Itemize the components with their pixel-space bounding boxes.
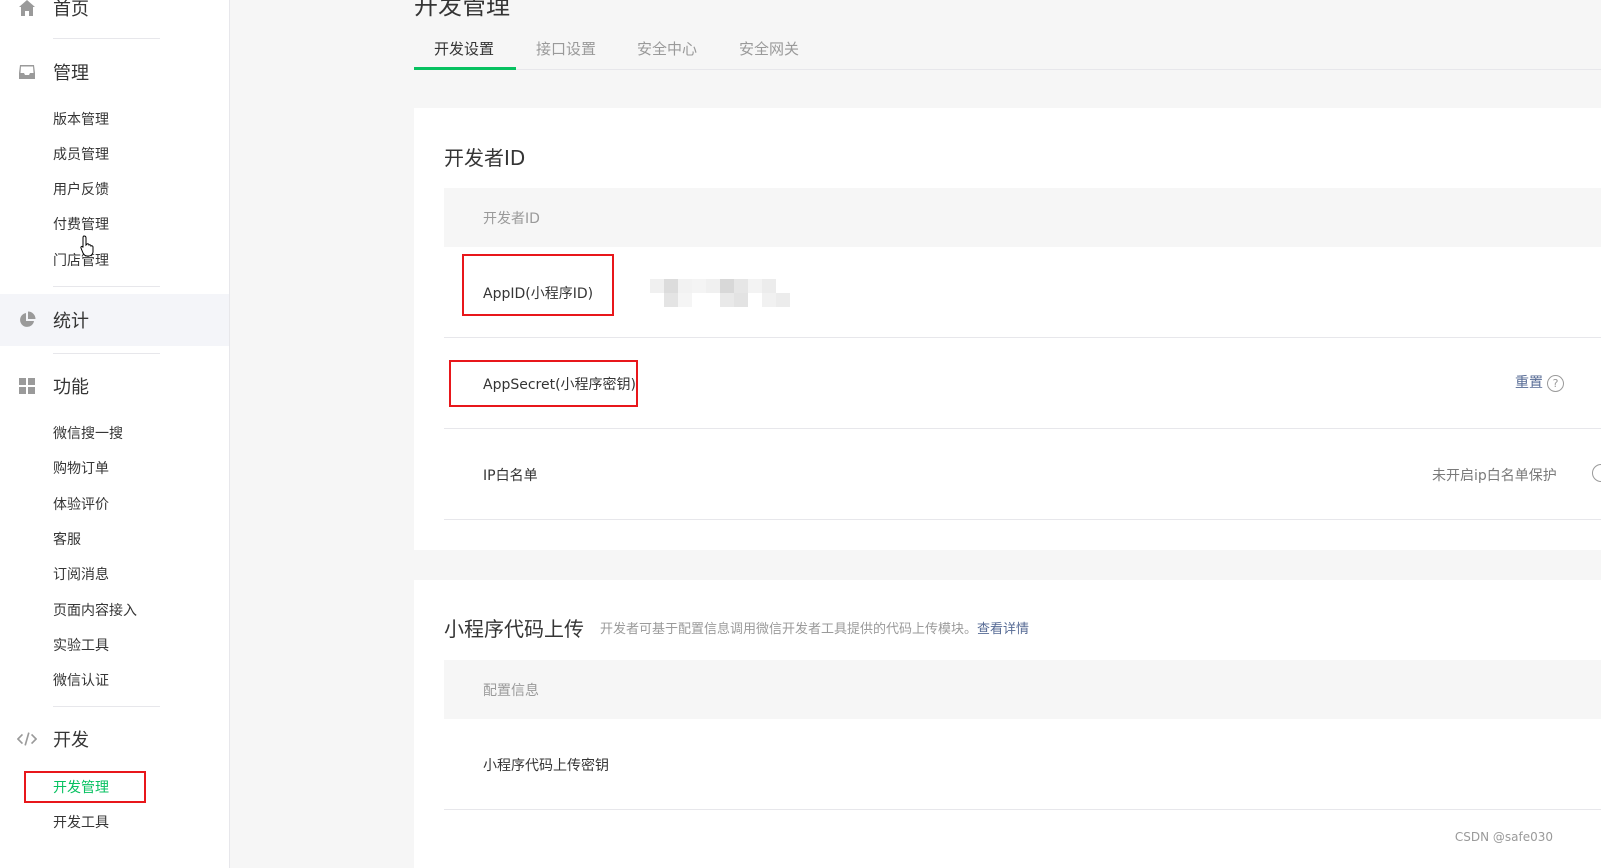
code-upload-title: 小程序代码上传 (444, 617, 584, 641)
sidebar-item-search[interactable]: 微信搜一搜 (53, 424, 123, 444)
ip-whitelist-row: IP白名单 未开启ip白名单保护 (444, 429, 1601, 520)
nav-features[interactable]: 功能 (0, 360, 229, 412)
code-icon (17, 729, 37, 749)
sidebar-item-version[interactable]: 版本管理 (53, 110, 109, 130)
code-upload-desc: 开发者可基于配置信息调用微信开发者工具提供的代码上传模块。查看详情 (600, 618, 1029, 637)
sidebar-item-subscribe[interactable]: 订阅消息 (53, 565, 109, 585)
sidebar-item-dev-manage[interactable]: 开发管理 (53, 778, 109, 798)
toggle-icon[interactable] (1592, 464, 1601, 482)
sidebar-item-service[interactable]: 客服 (53, 530, 81, 550)
page-title: 开发管理 (414, 0, 510, 20)
grid-icon (17, 376, 37, 396)
reset-link[interactable]: 重置 (1515, 375, 1543, 391)
sidebar-item-content[interactable]: 页面内容接入 (53, 601, 137, 621)
table-header: 开发者ID (444, 188, 1601, 247)
pie-chart-icon (17, 310, 37, 330)
hand-cursor-icon (80, 235, 96, 261)
appid-value-redacted (650, 279, 790, 307)
divider (53, 38, 160, 39)
tab-dev-settings[interactable]: 开发设置 (434, 38, 494, 59)
sidebar: 首页 管理 版本管理 成员管理 用户反馈 付费管理 门店管理 统计 功能 微信搜… (0, 0, 230, 868)
nav-home-label: 首页 (53, 0, 89, 20)
sidebar-item-orders[interactable]: 购物订单 (53, 459, 109, 479)
table-header-label: 开发者ID (483, 211, 540, 227)
nav-features-label: 功能 (53, 377, 89, 398)
view-details-link[interactable]: 查看详情 (977, 622, 1029, 637)
tab-security-center[interactable]: 安全中心 (637, 38, 697, 59)
inbox-icon (17, 62, 37, 82)
tab-security-gateway[interactable]: 安全网关 (739, 38, 799, 59)
ip-whitelist-label: IP白名单 (483, 468, 538, 484)
sidebar-item-members[interactable]: 成员管理 (53, 145, 109, 165)
config-table-header: 配置信息 (444, 660, 1601, 719)
home-icon (17, 0, 37, 18)
tab-bar: 开发设置 接口设置 安全中心 安全网关 (414, 30, 1601, 70)
appid-label: AppID(小程序ID) (483, 286, 594, 302)
divider (53, 706, 160, 707)
sidebar-item-reviews[interactable]: 体验评价 (53, 495, 109, 515)
upload-key-label: 小程序代码上传密钥 (483, 758, 609, 774)
nav-manage-label: 管理 (53, 63, 89, 84)
sidebar-item-verify[interactable]: 微信认证 (53, 671, 109, 691)
sidebar-item-feedback[interactable]: 用户反馈 (53, 180, 109, 200)
code-upload-desc-text: 开发者可基于配置信息调用微信开发者工具提供的代码上传模块。 (600, 622, 978, 637)
nav-stats[interactable]: 统计 (0, 294, 229, 346)
nav-stats-label: 统计 (53, 311, 89, 332)
appsecret-label: AppSecret(小程序密钥) (483, 377, 637, 393)
developer-id-title: 开发者ID (444, 146, 526, 170)
nav-dev[interactable]: 开发 (0, 713, 229, 765)
nav-home[interactable]: 首页 (0, 0, 229, 34)
sidebar-item-payment[interactable]: 付费管理 (53, 215, 109, 235)
appsecret-actions: 重置? (1515, 372, 1564, 392)
tab-api-settings[interactable]: 接口设置 (536, 38, 596, 59)
nav-manage[interactable]: 管理 (0, 46, 229, 98)
sidebar-item-experiment[interactable]: 实验工具 (53, 636, 109, 656)
appid-row: AppID(小程序ID) (444, 247, 1601, 338)
divider (53, 353, 160, 354)
sidebar-item-dev-tools[interactable]: 开发工具 (53, 813, 109, 833)
help-icon[interactable]: ? (1547, 374, 1564, 392)
developer-id-card: 开发者ID 开发者ID AppID(小程序ID) AppSecret(小程序密钥… (414, 108, 1601, 550)
code-upload-card: 小程序代码上传 开发者可基于配置信息调用微信开发者工具提供的代码上传模块。查看详… (414, 580, 1601, 868)
watermark: CSDN @safe030 (1454, 830, 1553, 844)
config-header-label: 配置信息 (483, 683, 539, 699)
ip-whitelist-status: 未开启ip白名单保护 (1432, 468, 1557, 484)
nav-dev-label: 开发 (53, 730, 89, 751)
upload-key-row: 小程序代码上传密钥 (444, 719, 1601, 810)
appsecret-row: AppSecret(小程序密钥) 重置? (444, 338, 1601, 429)
tab-active-indicator (414, 67, 516, 70)
divider (53, 286, 160, 287)
